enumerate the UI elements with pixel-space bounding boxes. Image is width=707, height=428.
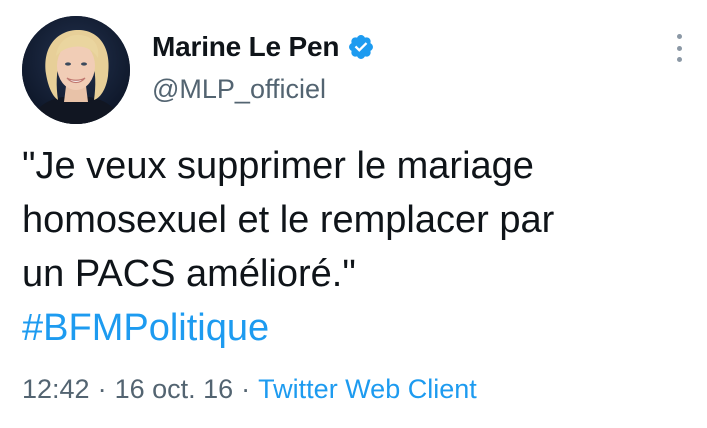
tweet-text-line: "Je veux supprimer le mariage: [22, 145, 534, 187]
tweet-date[interactable]: 16 oct. 16: [115, 374, 234, 404]
tweet-source-link[interactable]: Twitter Web Client: [258, 374, 477, 404]
tweet-meta: 12:42 · 16 oct. 16 · Twitter Web Client: [22, 374, 477, 405]
tweet-text-line: un PACS amélioré.": [22, 253, 356, 295]
author-block[interactable]: Marine Le Pen @MLP_officiel: [152, 28, 375, 105]
tweet-card: Marine Le Pen @MLP_officiel "Je veux sup…: [0, 0, 707, 428]
meta-separator: ·: [241, 374, 251, 404]
more-options-icon[interactable]: [669, 30, 689, 66]
author-name-row: Marine Le Pen: [152, 28, 375, 66]
verified-badge-icon: [347, 33, 375, 61]
tweet-time[interactable]: 12:42: [22, 374, 90, 404]
more-dot: [676, 57, 682, 62]
tweet-text: "Je veux supprimer le mariage homosexuel…: [22, 139, 682, 355]
avatar-image: [22, 16, 130, 124]
author-handle[interactable]: @MLP_officiel: [152, 74, 375, 105]
avatar[interactable]: [22, 16, 130, 124]
hashtag-link[interactable]: #BFMPolitique: [22, 301, 682, 355]
more-dot: [676, 34, 682, 39]
tweet-text-line: homosexuel et le remplacer par: [22, 199, 555, 241]
meta-separator: ·: [97, 374, 107, 404]
author-display-name[interactable]: Marine Le Pen: [152, 31, 339, 63]
more-dot: [676, 45, 682, 51]
